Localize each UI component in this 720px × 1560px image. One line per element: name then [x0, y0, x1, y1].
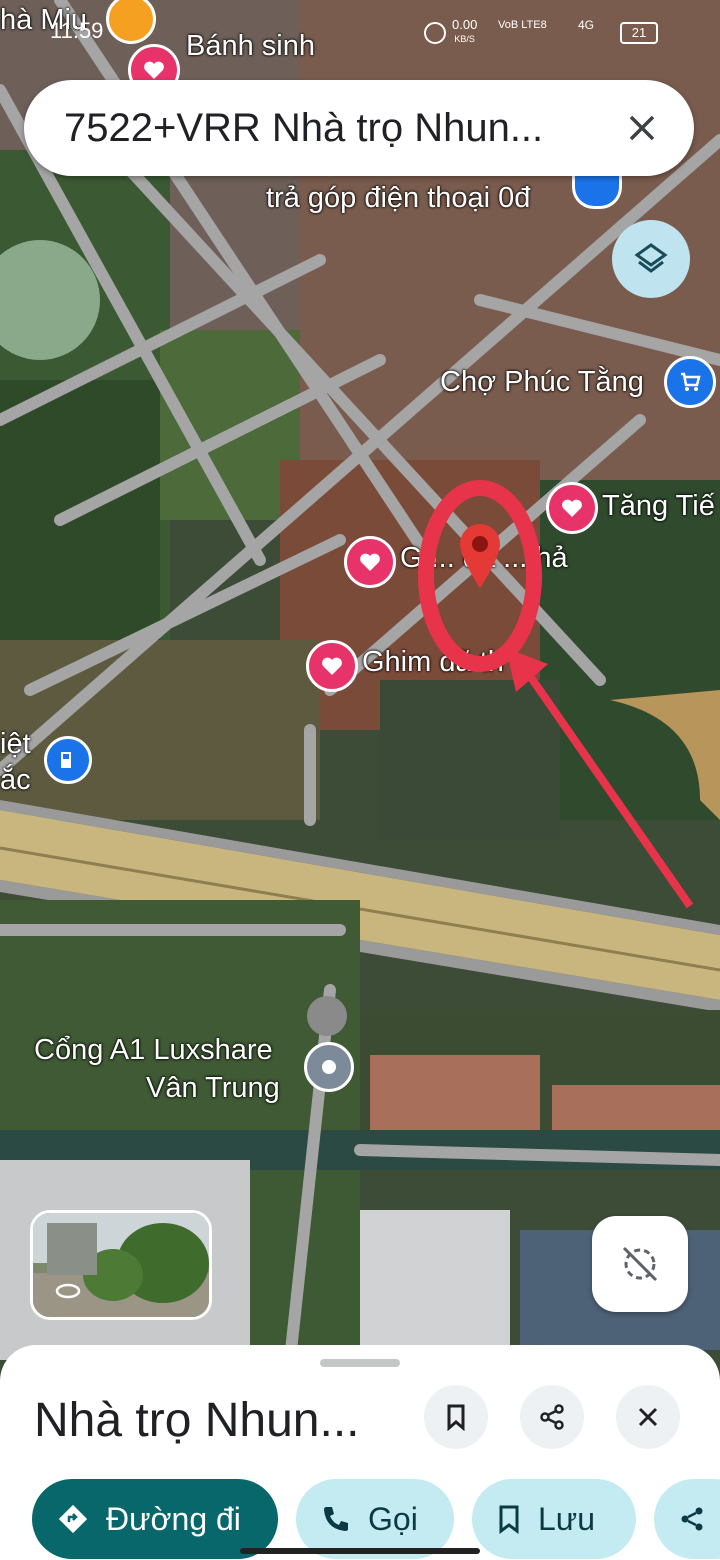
share-icon [681, 1507, 703, 1531]
status-time: 11:59 [50, 18, 104, 43]
search-query[interactable]: 7522+VRR Nhà trọ Nhun... [64, 106, 604, 151]
volte-indicator: VoB LTE8 [498, 19, 547, 31]
call-button[interactable]: Gọi [296, 1479, 454, 1559]
clear-search-button[interactable] [614, 100, 670, 156]
status-bar: 11:59 0.00 KB/S VoB LTE8 4G 21 [0, 0, 720, 64]
net-speed: 0.00 KB/S [452, 17, 478, 44]
location-off-icon [622, 1246, 658, 1282]
directions-button[interactable]: Đường đi [32, 1479, 278, 1559]
save-place-button[interactable] [424, 1385, 488, 1449]
alarm-icon [424, 22, 446, 44]
directions-label: Đường đi [106, 1500, 241, 1537]
bookmark-icon [447, 1404, 465, 1431]
close-sheet-button[interactable] [616, 1385, 680, 1449]
share-place-button[interactable] [520, 1385, 584, 1449]
layers-icon [634, 243, 668, 273]
my-location-button[interactable] [592, 1216, 688, 1312]
place-bottom-sheet[interactable]: Nhà trọ Nhun... Đường đi Gọi Lưu [0, 1345, 720, 1560]
rotate-360-icon [55, 1283, 81, 1299]
gesture-nav-bar[interactable] [240, 1548, 480, 1554]
signal-4g-icon: 4G [578, 18, 595, 32]
share-icon [540, 1404, 564, 1430]
street-view-thumbnail[interactable] [30, 1210, 212, 1320]
directions-icon [58, 1504, 88, 1534]
layers-button[interactable] [612, 220, 690, 298]
call-label: Gọi [368, 1500, 418, 1537]
drag-handle[interactable] [320, 1359, 400, 1367]
close-icon [629, 115, 655, 141]
annotation-arrow-overlay [418, 480, 694, 909]
battery-icon: 21 [620, 22, 658, 44]
place-title: Nhà trọ Nhun... [34, 1394, 360, 1447]
save-label: Lưu [538, 1500, 596, 1537]
share-button[interactable] [654, 1479, 720, 1559]
bookmark-icon [499, 1505, 519, 1534]
location-marker-icon[interactable] [458, 522, 502, 590]
search-bar[interactable]: 7522+VRR Nhà trọ Nhun... [24, 80, 694, 176]
close-icon [638, 1407, 658, 1427]
save-button[interactable]: Lưu [472, 1479, 636, 1559]
phone-icon [324, 1507, 348, 1531]
